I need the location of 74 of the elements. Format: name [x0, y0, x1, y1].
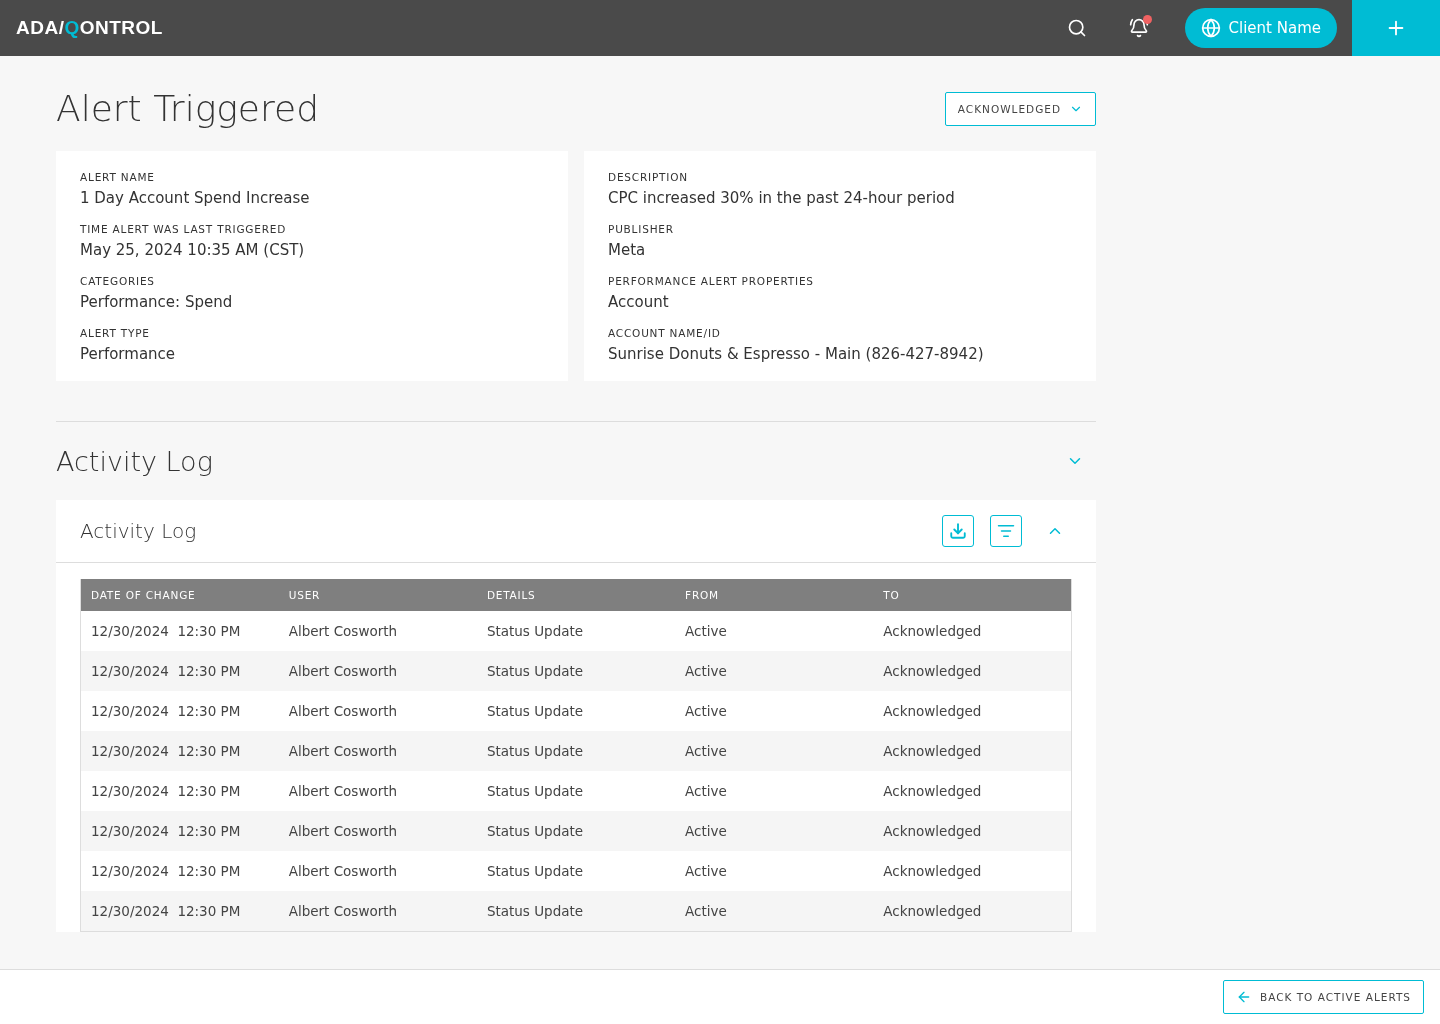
table-cell: Status Update	[476, 851, 676, 891]
globe-icon	[1200, 18, 1221, 38]
column-header: FROM	[675, 579, 874, 611]
section-title: Activity Log	[56, 445, 213, 477]
table-cell: Status Update	[476, 891, 676, 932]
table-cell: Active	[675, 731, 874, 771]
field-label: PERFORMANCE ALERT PROPERTIES	[608, 275, 815, 287]
table-cell: 12/30/2024 12:30 PM	[80, 651, 279, 691]
table-cell: Albert Cosworth	[278, 851, 477, 891]
field-value: Account	[608, 293, 670, 311]
field-label: DESCRIPTION	[608, 171, 689, 183]
table-cell: 12/30/2024 12:30 PM	[80, 611, 279, 651]
table-cell: 12/30/2024 12:30 PM	[80, 811, 279, 851]
table-cell: Active	[675, 611, 874, 651]
logo: ADA/QONTROL	[16, 17, 164, 39]
table-cell: Acknowledged	[873, 691, 1072, 731]
field-value: CPC increased 30% in the past 24-hour period	[608, 189, 956, 207]
field-label: TIME ALERT WAS LAST TRIGGERED	[80, 223, 288, 235]
table-cell: Active	[675, 651, 874, 691]
table-cell: Active	[675, 811, 874, 851]
column-header: DATE OF CHANGE	[80, 579, 279, 611]
card-title: Activity Log	[80, 519, 198, 543]
table-cell: Status Update	[476, 771, 676, 811]
table-cell: Acknowledged	[873, 771, 1072, 811]
table-cell: Albert Cosworth	[278, 731, 477, 771]
field-value: Performance: Spend	[80, 293, 234, 311]
field-value: 1 Day Account Spend Increase	[80, 189, 311, 207]
table-cell: Acknowledged	[873, 811, 1072, 851]
field-value: Sunrise Donuts & Espresso - Main (826-427-8942)	[608, 345, 985, 363]
table-cell: Status Update	[476, 731, 676, 771]
table-cell: Albert Cosworth	[278, 691, 477, 731]
table-cell: Active	[675, 891, 874, 932]
field-label: ALERT TYPE	[80, 327, 151, 339]
table-cell: Acknowledged	[873, 651, 1072, 691]
column-header: DETAILS	[476, 579, 676, 611]
table-cell: Acknowledged	[873, 851, 1072, 891]
column-header: USER	[278, 579, 477, 611]
table-cell: 12/30/2024 12:30 PM	[80, 891, 279, 932]
table-cell: 12/30/2024 12:30 PM	[80, 851, 279, 891]
status-dropdown[interactable]: ACKNOWLEDGED	[944, 91, 1096, 126]
table-cell: Active	[675, 771, 874, 811]
table-cell: Albert Cosworth	[278, 611, 477, 651]
field-value: May 25, 2024 10:35 AM (CST)	[80, 241, 306, 259]
table-cell: Status Update	[476, 651, 676, 691]
table-cell: Albert Cosworth	[278, 891, 477, 932]
table-cell: Acknowledged	[873, 731, 1072, 771]
field-label: CATEGORIES	[80, 275, 156, 287]
field-value: Meta	[608, 241, 647, 259]
table-cell: Status Update	[476, 611, 676, 651]
back-button[interactable]: BACK TO ACTIVE ALERTS	[1222, 980, 1424, 1014]
filter-icon	[997, 522, 1015, 540]
field-value: Performance	[80, 345, 177, 363]
table-cell: 12/30/2024 12:30 PM	[80, 731, 279, 771]
field-label: ALERT NAME	[80, 171, 156, 183]
field-label: PUBLISHER	[608, 223, 675, 235]
table-cell: 12/30/2024 12:30 PM	[80, 691, 279, 731]
download-icon	[949, 522, 967, 540]
filter-button[interactable]	[990, 515, 1022, 547]
download-button[interactable]	[942, 515, 974, 547]
table-cell: Active	[675, 851, 874, 891]
search-icon	[1066, 18, 1087, 38]
page-title: Alert Triggered	[56, 88, 319, 129]
column-header: TO	[873, 579, 1072, 611]
table-cell: Acknowledged	[873, 891, 1072, 932]
table-cell: Acknowledged	[873, 611, 1072, 651]
bell-icon	[1128, 18, 1149, 38]
table-cell: Active	[675, 691, 874, 731]
table-cell: Status Update	[476, 811, 676, 851]
table-cell: Albert Cosworth	[278, 771, 477, 811]
table-cell: Status Update	[476, 691, 676, 731]
table-cell: Albert Cosworth	[278, 651, 477, 691]
field-label: ACCOUNT NAME/ID	[608, 327, 722, 339]
table-cell: Albert Cosworth	[278, 811, 477, 851]
table-cell: 12/30/2024 12:30 PM	[80, 771, 279, 811]
